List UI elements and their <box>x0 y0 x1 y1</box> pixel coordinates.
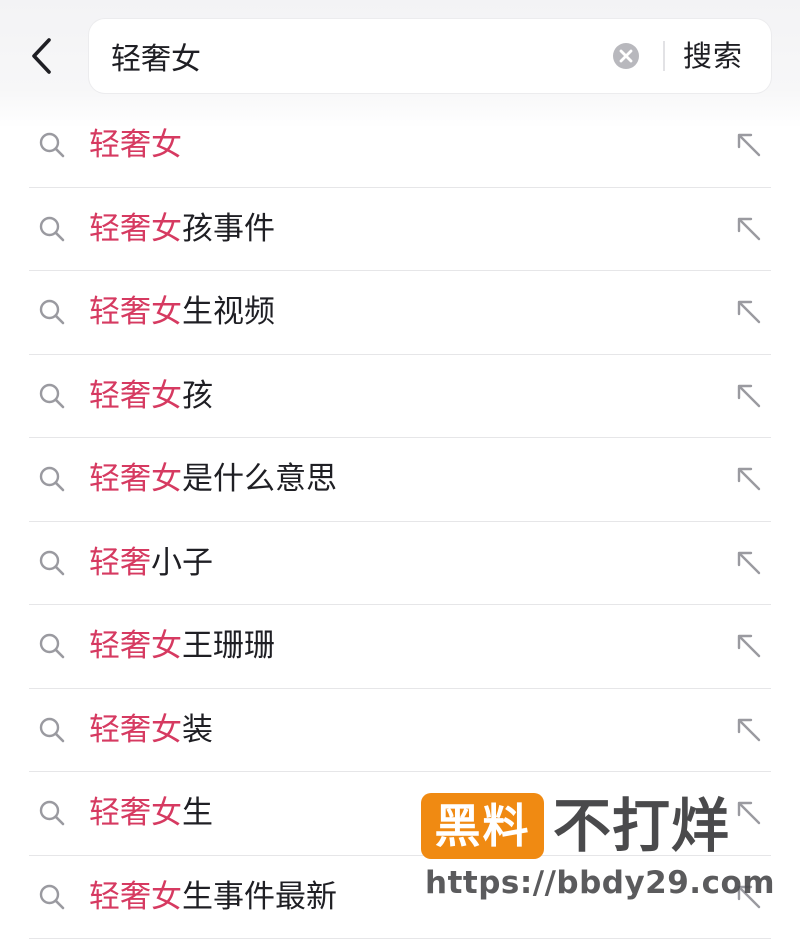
search-icon <box>39 132 65 158</box>
suggestion-rest: 孩 <box>182 377 213 414</box>
suggestion-text: 轻奢女 <box>89 104 182 187</box>
fill-arrow-up-left-icon[interactable] <box>735 215 763 243</box>
search-divider <box>663 41 665 71</box>
suggestion-rest: 生 <box>182 795 213 831</box>
search-icon <box>39 633 65 659</box>
suggestion-text: 轻奢小子 <box>89 522 213 605</box>
suggestion-highlight: 轻奢女 <box>89 461 182 497</box>
suggestion-list: 轻奢女 轻奢女孩事件 轻奢女生视频 轻奢女孩 轻奢女是什么意思 轻奢小子 轻奢女王珊珊 轻奢女… <box>0 104 800 939</box>
search-icon <box>39 216 65 241</box>
suggestion-highlight: 轻奢 <box>89 544 151 581</box>
clear-button[interactable] <box>611 41 641 71</box>
chevron-left-icon <box>32 38 51 74</box>
search-icon <box>39 717 65 742</box>
suggestion-text: 轻奢女生事件最新 <box>89 856 337 939</box>
suggestion-highlight: 轻奢女 <box>89 377 182 414</box>
suggestion-row[interactable]: 轻奢女装 <box>29 689 771 772</box>
suggestion-highlight: 轻奢女 <box>89 127 182 163</box>
suggestion-rest: 生事件最新 <box>182 878 337 915</box>
suggestion-text: 轻奢女生 <box>89 772 213 855</box>
suggestion-rest: 小子 <box>151 544 213 581</box>
suggestion-row[interactable]: 轻奢女生 <box>29 772 771 856</box>
search-button[interactable]: 搜索 <box>683 19 743 93</box>
search-icon <box>39 466 65 492</box>
suggestion-highlight: 轻奢女 <box>89 210 182 247</box>
search-icon <box>39 550 65 575</box>
suggestion-rest: 是什么意思 <box>182 461 337 497</box>
suggestion-highlight: 轻奢女 <box>89 795 182 831</box>
suggestion-row[interactable]: 轻奢小子 <box>29 522 771 605</box>
suggestion-highlight: 轻奢女 <box>89 294 182 330</box>
suggestion-row[interactable]: 轻奢女生事件最新 <box>29 856 771 939</box>
suggestion-row[interactable]: 轻奢女孩 <box>29 355 771 438</box>
suggestion-text: 轻奢女孩事件 <box>89 188 275 271</box>
suggestion-highlight: 轻奢女 <box>89 628 182 664</box>
suggestion-rest: 孩事件 <box>182 210 275 247</box>
fill-arrow-up-left-icon[interactable] <box>735 131 763 159</box>
fill-arrow-up-left-icon[interactable] <box>735 382 763 410</box>
fill-arrow-up-left-icon[interactable] <box>735 883 763 911</box>
back-button[interactable] <box>22 32 62 80</box>
suggestion-text: 轻奢女是什么意思 <box>89 438 337 521</box>
suggestion-text: 轻奢女生视频 <box>89 271 275 354</box>
suggestion-rest: 王珊珊 <box>182 628 275 664</box>
suggestion-row[interactable]: 轻奢女 <box>29 104 771 188</box>
search-icon <box>39 383 65 408</box>
search-suggestion-page: 搜索 轻奢女轻奢女孩事件轻奢女生视频轻奢女孩轻奢女是什么意思轻奢小子轻奢女王珊珊… <box>0 0 800 943</box>
fill-arrow-up-left-icon[interactable] <box>735 298 763 326</box>
suggestion-rest: 装 <box>182 711 213 748</box>
search-box: 搜索 <box>89 19 771 93</box>
search-icon <box>39 299 65 325</box>
suggestion-rest: 生视频 <box>182 294 275 330</box>
suggestion-row[interactable]: 轻奢女孩事件 <box>29 188 771 271</box>
clear-circle-icon <box>613 43 639 69</box>
search-icon <box>39 800 65 826</box>
fill-arrow-up-left-icon[interactable] <box>735 549 763 577</box>
fill-arrow-up-left-icon[interactable] <box>735 716 763 744</box>
suggestion-text: 轻奢女孩 <box>89 355 213 438</box>
fill-arrow-up-left-icon[interactable] <box>735 465 763 493</box>
suggestion-row[interactable]: 轻奢女王珊珊 <box>29 605 771 689</box>
suggestion-row[interactable]: 轻奢女是什么意思 <box>29 438 771 522</box>
suggestion-highlight: 轻奢女 <box>89 711 182 748</box>
suggestion-text: 轻奢女装 <box>89 689 213 772</box>
search-input[interactable] <box>111 19 591 93</box>
search-icon <box>39 884 65 909</box>
suggestion-row[interactable]: 轻奢女生视频 <box>29 271 771 355</box>
suggestion-highlight: 轻奢女 <box>89 878 182 915</box>
fill-arrow-up-left-icon[interactable] <box>735 799 763 827</box>
fill-arrow-up-left-icon[interactable] <box>735 632 763 660</box>
suggestion-text: 轻奢女王珊珊 <box>89 605 275 688</box>
